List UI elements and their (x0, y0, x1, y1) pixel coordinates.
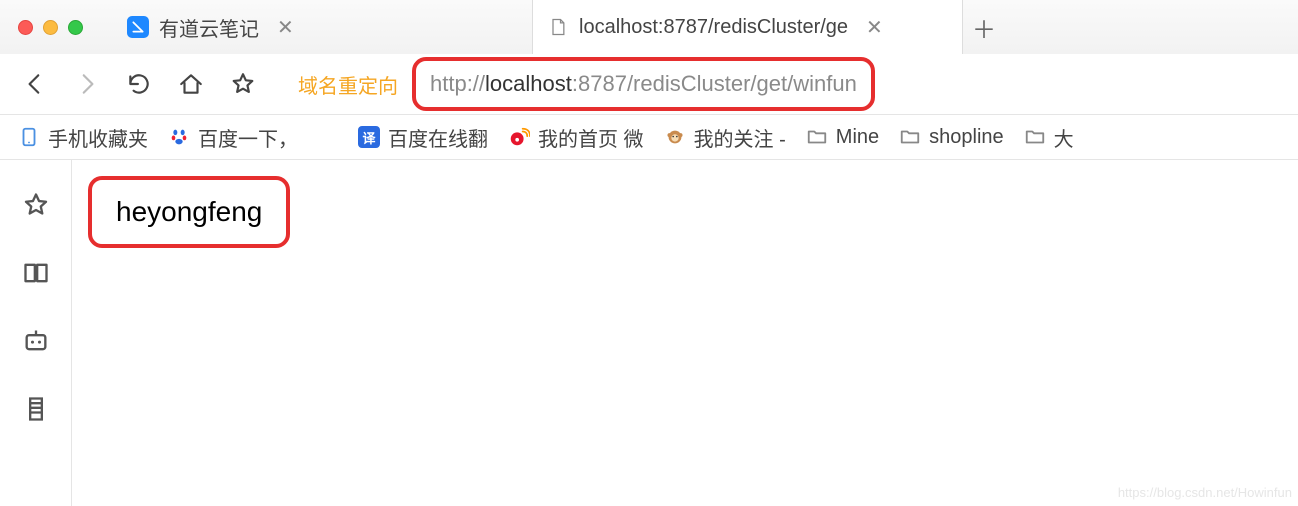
url-text: http://localhost:8787/redisCluster/get/w… (412, 57, 875, 111)
tab-close-button[interactable]: ✕ (866, 15, 883, 40)
bookmark-label: 我的关注 - (694, 123, 786, 152)
baidu-icon (168, 126, 190, 148)
toolbar: 域名重定向 http://localhost:8787/redisCluster… (0, 54, 1298, 114)
tab-close-button[interactable]: ✕ (277, 15, 294, 40)
tab-title: localhost:8787/redisCluster/ge (579, 16, 848, 39)
bookmark-label: 百度在线翻 (388, 123, 488, 152)
bookmark-folder-da[interactable]: 大 (1024, 123, 1074, 152)
sidebar-favorite-icon[interactable] (21, 190, 51, 220)
url-path: :8787/redisCluster/get/winfun (572, 71, 857, 97)
bookmark-star-button[interactable] (226, 67, 260, 101)
bookmark-baidu[interactable]: 百度一下， (168, 123, 298, 152)
bookmark-folder-shopline[interactable]: shopline (899, 126, 1004, 149)
folder-icon (1024, 126, 1046, 148)
maximize-window-button[interactable] (68, 20, 83, 35)
tab-title: 有道云笔记 (159, 13, 259, 42)
left-sidebar (0, 160, 72, 506)
tab-localhost[interactable]: localhost:8787/redisCluster/ge ✕ (533, 0, 963, 54)
bookmark-label: 手机收藏夹 (48, 123, 148, 152)
favicon-page-icon (547, 16, 569, 38)
tab-youdao[interactable]: 有道云笔记 ✕ (113, 0, 533, 54)
bookmark-follow[interactable]: 我的关注 - (664, 123, 786, 152)
home-button[interactable] (174, 67, 208, 101)
page-content: heyongfeng (72, 160, 1298, 506)
folder-icon (806, 126, 828, 148)
forward-button[interactable] (70, 67, 104, 101)
folder-icon (899, 126, 921, 148)
bookmarks-bar: 手机收藏夹 百度一下， 译 百度在线翻 我的首页 微 我的关注 - Mine s… (0, 114, 1298, 160)
favicon-youdao-icon (127, 16, 149, 38)
fanyi-icon: 译 (358, 126, 380, 148)
url-host: localhost (485, 71, 572, 97)
window-controls (18, 20, 83, 35)
bookmark-label: 我的首页 微 (538, 123, 644, 152)
tab-strip: 有道云笔记 ✕ localhost:8787/redisCluster/ge ✕… (113, 0, 1298, 54)
new-tab-button[interactable]: ＋ (963, 0, 1005, 54)
sidebar-robot-icon[interactable] (21, 326, 51, 356)
titlebar: 有道云笔记 ✕ localhost:8787/redisCluster/ge ✕… (0, 0, 1298, 54)
watermark: https://blog.csdn.net/Howinfun (1118, 485, 1292, 500)
sidebar-note-icon[interactable] (21, 394, 51, 424)
reload-button[interactable] (122, 67, 156, 101)
close-window-button[interactable] (18, 20, 33, 35)
weibo-icon (508, 126, 530, 148)
content-area: heyongfeng (0, 160, 1298, 506)
monkey-icon (664, 126, 686, 148)
address-bar[interactable]: 域名重定向 http://localhost:8787/redisCluster… (278, 57, 1280, 111)
back-button[interactable] (18, 67, 52, 101)
bookmark-label: 百度一下， (198, 123, 298, 152)
bookmark-weibo[interactable]: 我的首页 微 (508, 123, 644, 152)
bookmark-folder-mine[interactable]: Mine (806, 126, 879, 149)
bookmark-fanyi[interactable]: 译 百度在线翻 (358, 123, 488, 152)
redirect-label: 域名重定向 (298, 70, 398, 99)
phone-icon (18, 126, 40, 148)
sidebar-read-icon[interactable] (21, 258, 51, 288)
bookmark-label: Mine (836, 126, 879, 149)
bookmark-label: 大 (1054, 123, 1074, 152)
url-scheme: http:// (430, 71, 485, 97)
minimize-window-button[interactable] (43, 20, 58, 35)
bookmark-label: shopline (929, 126, 1004, 149)
response-body: heyongfeng (88, 176, 290, 248)
bookmark-phone[interactable]: 手机收藏夹 (18, 123, 148, 152)
